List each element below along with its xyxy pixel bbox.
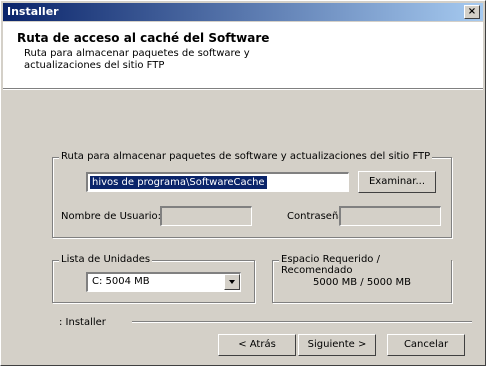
cache-path-input[interactable]: hivos de programa\SoftwareCache — [86, 172, 349, 192]
browse-button[interactable]: Examinar... — [358, 171, 436, 193]
password-field[interactable] — [339, 206, 441, 226]
path-group-label: Ruta para almacenar paquetes de software… — [59, 151, 433, 162]
username-label: Nombre de Usuario: — [61, 211, 161, 222]
drive-select[interactable]: C: 5004 MB — [86, 272, 241, 292]
path-group: Ruta para almacenar paquetes de software… — [52, 151, 452, 238]
close-button[interactable]: × — [464, 5, 480, 19]
window-title: Installer — [7, 5, 59, 18]
installer-brand: : Installer — [59, 317, 106, 328]
header-panel: Ruta de acceso al caché del Software Rut… — [3, 22, 483, 89]
cache-path-value: hivos de programa\SoftwareCache — [90, 176, 267, 189]
title-bar[interactable]: Installer × — [3, 3, 483, 21]
chevron-down-icon[interactable] — [224, 274, 240, 290]
close-icon: × — [467, 6, 477, 17]
drive-select-value: C: 5004 MB — [92, 276, 150, 287]
drive-group-label: Lista de Unidades — [59, 254, 153, 265]
page-title: Ruta de acceso al caché del Software — [17, 31, 270, 45]
back-button[interactable]: < Atrás — [218, 334, 296, 356]
drive-group: Lista de Unidades C: 5004 MB — [52, 254, 255, 303]
footer-separator — [132, 321, 472, 323]
cancel-button[interactable]: Cancelar — [387, 334, 465, 356]
username-field[interactable] — [160, 206, 252, 226]
page-subtitle: Ruta para almacenar paquetes de software… — [24, 48, 250, 71]
space-group-label: Espacio Requerido / Recomendado — [279, 254, 451, 276]
space-group: Espacio Requerido / Recomendado 5000 MB … — [272, 254, 452, 303]
space-value: 5000 MB / 5000 MB — [313, 277, 411, 288]
header-separator — [3, 89, 483, 90]
next-button[interactable]: Siguiente > — [298, 334, 376, 356]
installer-window: Installer × Ruta de acceso al caché del … — [0, 0, 486, 366]
